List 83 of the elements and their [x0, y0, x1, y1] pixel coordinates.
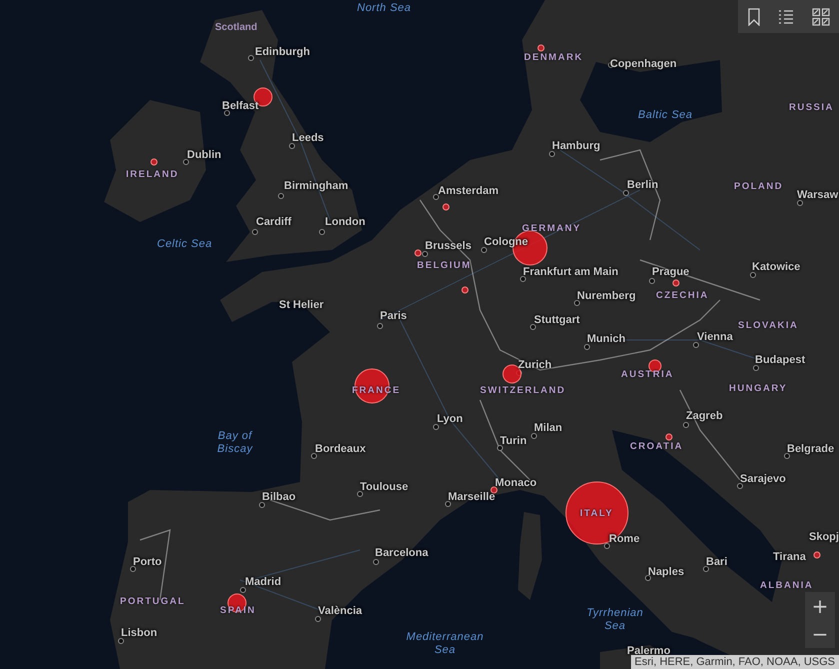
- city-label: Marseille: [448, 490, 496, 504]
- grid-icon: [812, 8, 830, 26]
- country-label: PORTUGAL: [120, 595, 186, 609]
- country-label: GERMANY: [522, 222, 582, 236]
- country-label: ALBANIA: [760, 579, 814, 593]
- city-label: Skopj: [809, 530, 839, 544]
- case-circle[interactable]: [672, 280, 680, 286]
- country-label: SPAIN: [220, 604, 256, 618]
- city-label: Sarajevo: [740, 472, 786, 486]
- country-label: HUNGARY: [729, 382, 788, 396]
- city-label: Cardiff: [256, 215, 292, 229]
- city-label: Stuttgart: [534, 313, 580, 327]
- city-label: Amsterdam: [438, 184, 499, 198]
- case-circle[interactable]: [414, 250, 422, 256]
- country-label: SLOVAKIA: [738, 319, 798, 333]
- country-label: DENMARK: [524, 51, 584, 65]
- case-circle[interactable]: [538, 44, 544, 52]
- city-label: Vienna: [697, 330, 733, 344]
- city-label: Leeds: [292, 131, 324, 145]
- city-label: Belfast: [222, 99, 259, 113]
- city-label: Naples: [648, 565, 684, 579]
- city-label: Porto: [133, 555, 162, 569]
- city-label: Brussels: [425, 239, 472, 253]
- sea-label: Bay of Biscay: [216, 430, 254, 456]
- city-label: Toulouse: [360, 480, 408, 494]
- city-label: Belgrade: [787, 442, 834, 456]
- case-circle[interactable]: [442, 204, 450, 210]
- city-label: Dublin: [187, 148, 222, 162]
- city-label: Milan: [534, 421, 562, 435]
- country-label: POLAND: [734, 180, 784, 194]
- sea-label: Baltic Sea: [638, 108, 693, 122]
- city-label: Frankfurt am Main: [523, 265, 618, 279]
- city-label: Barcelona: [375, 546, 428, 560]
- city-label: Prague: [652, 265, 690, 279]
- case-circle[interactable]: [462, 286, 468, 294]
- city-label: Paris: [380, 309, 407, 323]
- city-label: Munich: [587, 332, 626, 346]
- country-label: AUSTRIA: [621, 368, 674, 382]
- city-label: Turin: [500, 434, 527, 448]
- region-label: Scotland: [215, 21, 258, 35]
- city-label: Berlin: [627, 178, 658, 192]
- country-label: CZECHIA: [656, 289, 709, 303]
- list-icon: [778, 8, 794, 24]
- zoom-in-button[interactable]: +: [805, 592, 835, 620]
- city-label: Budapest: [755, 353, 806, 367]
- city-label: Zurich: [518, 358, 552, 372]
- country-label: SWITZERLAND: [480, 384, 566, 398]
- country-label: RUSSIA: [789, 101, 834, 115]
- zoom-out-button[interactable]: −: [805, 620, 835, 648]
- city-label: Bari: [706, 555, 728, 569]
- city-label: London: [325, 215, 366, 229]
- country-label: ITALY: [580, 507, 614, 521]
- city-label: Tirana: [773, 550, 806, 564]
- sea-label: North Sea: [357, 1, 412, 15]
- sea-label: Mediterranean Sea: [405, 631, 485, 657]
- case-circle[interactable]: [814, 552, 820, 558]
- case-circle[interactable]: [150, 158, 158, 166]
- city-label: Hamburg: [552, 139, 600, 153]
- city-label: Palermo: [627, 644, 670, 657]
- case-circle[interactable]: [666, 434, 672, 440]
- bookmark-icon: [746, 8, 761, 26]
- city-label: Zagreb: [686, 409, 723, 423]
- city-label: Monaco: [495, 476, 537, 490]
- city-label: Bilbao: [262, 490, 296, 504]
- city-label: Nuremberg: [577, 289, 636, 303]
- city-label: Lisbon: [121, 626, 158, 640]
- country-label: CROATIA: [630, 440, 684, 454]
- city-label: Katowice: [752, 260, 800, 274]
- city-label: Birmingham: [284, 179, 348, 193]
- city-label: València: [318, 604, 362, 618]
- city-label: St Helier: [279, 298, 324, 312]
- city-label: Lyon: [437, 412, 463, 426]
- sea-label: Tyrrhenian Sea: [586, 607, 644, 633]
- city-label: Madrid: [245, 575, 282, 589]
- case-circle[interactable]: [490, 486, 498, 494]
- city-label: Edinburgh: [255, 45, 310, 59]
- city-label: Bordeaux: [315, 442, 366, 456]
- country-label: IRELAND: [126, 168, 179, 182]
- city-label: Warsaw: [797, 188, 838, 202]
- attribution-text: Esri, HERE, Garmin, FAO, NOAA, USGS: [630, 655, 839, 669]
- country-label: BELGIUM: [417, 259, 472, 273]
- sea-label: Celtic Sea: [157, 237, 212, 251]
- city-label: Copenhagen: [610, 57, 677, 71]
